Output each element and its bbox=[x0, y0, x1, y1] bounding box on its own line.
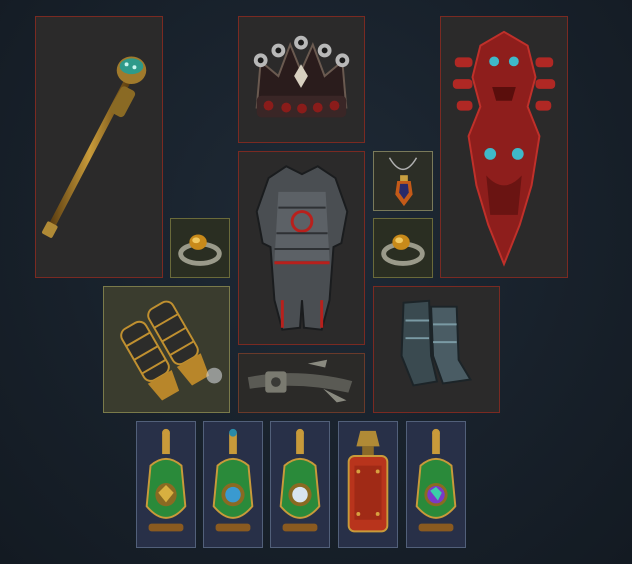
ring-icon bbox=[178, 234, 222, 266]
offhand-slot[interactable] bbox=[440, 16, 568, 278]
flask-slot-2[interactable] bbox=[203, 421, 263, 548]
belt-icon bbox=[247, 359, 353, 403]
weapon-slot[interactable] bbox=[35, 16, 163, 278]
red-flask-icon bbox=[347, 430, 389, 533]
ring-right-slot[interactable] bbox=[373, 218, 433, 278]
ring-left-slot[interactable] bbox=[170, 218, 230, 278]
gloves-slot[interactable] bbox=[103, 286, 230, 413]
crown-icon bbox=[253, 35, 350, 118]
totem-shield-icon bbox=[452, 30, 556, 267]
green-flask-icon bbox=[279, 428, 321, 532]
amulet-slot[interactable] bbox=[373, 151, 433, 211]
body-armour-slot[interactable] bbox=[238, 151, 365, 345]
gauntlets-icon bbox=[120, 300, 223, 401]
flask-slot-4[interactable] bbox=[338, 421, 398, 548]
belt-slot[interactable] bbox=[238, 353, 365, 413]
amulet-icon bbox=[388, 157, 418, 207]
green-flask-icon bbox=[212, 428, 254, 532]
flask-slot-1[interactable] bbox=[136, 421, 196, 548]
boots-icon bbox=[400, 299, 473, 387]
green-flask-icon bbox=[415, 428, 457, 532]
flask-slot-3[interactable] bbox=[270, 421, 330, 548]
ring-icon bbox=[381, 234, 425, 266]
sceptre-icon bbox=[42, 56, 147, 238]
flask-slot-5[interactable] bbox=[406, 421, 466, 548]
green-flask-icon bbox=[145, 428, 187, 532]
boots-slot[interactable] bbox=[373, 286, 500, 413]
plate-armour-icon bbox=[255, 165, 349, 331]
helmet-slot[interactable] bbox=[238, 16, 365, 143]
